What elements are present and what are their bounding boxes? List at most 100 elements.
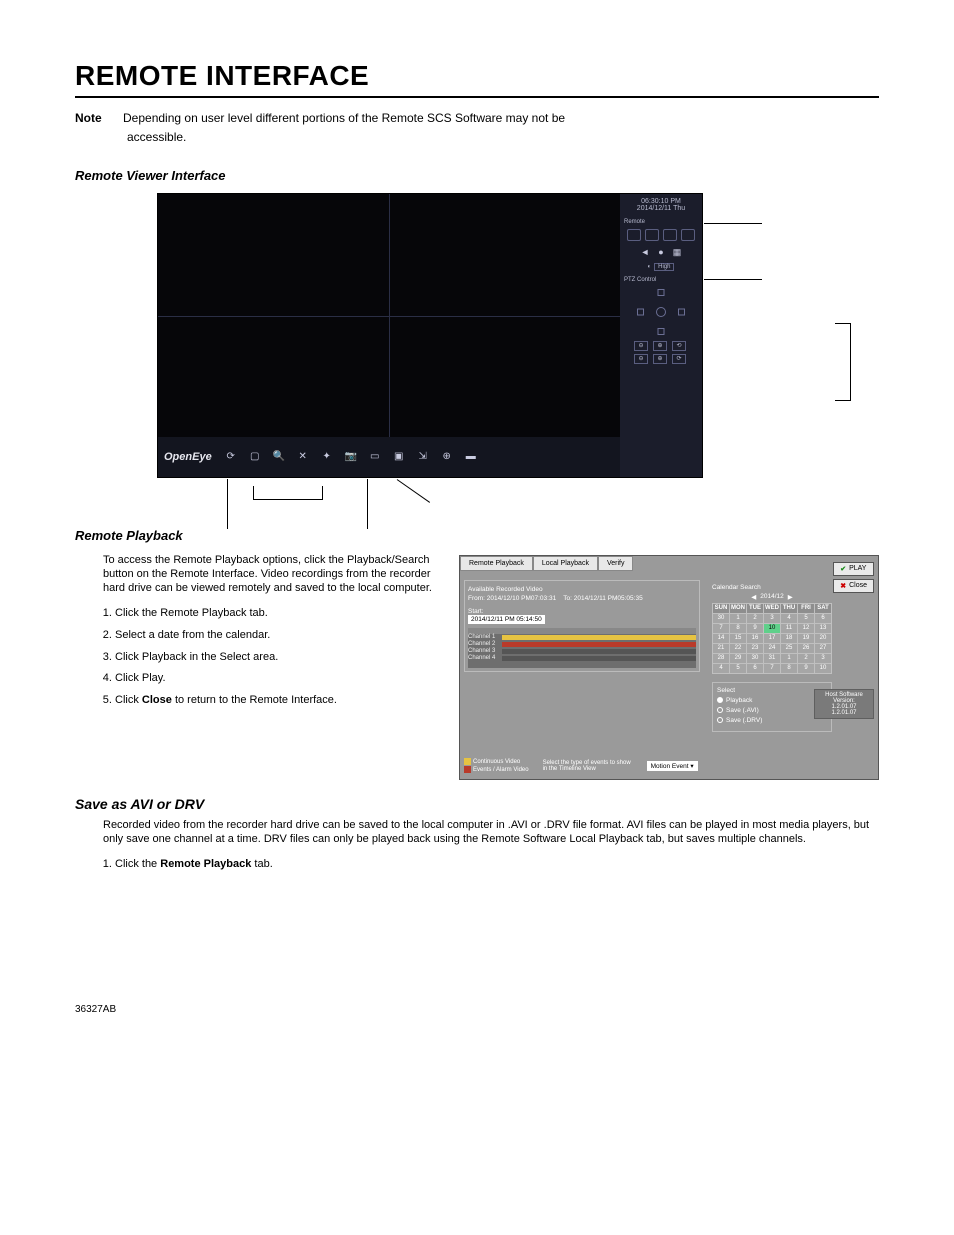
camera-view-buttons[interactable]	[624, 229, 698, 241]
monitor-icon[interactable]: ▢	[246, 449, 264, 465]
fullscreen-icon[interactable]: ▣	[390, 449, 408, 465]
cal-cell[interactable]: 10	[764, 623, 781, 633]
cal-cell[interactable]: 25	[781, 643, 798, 653]
ptz-down-icon[interactable]	[658, 328, 665, 335]
preset-btn[interactable]: ⊕	[653, 341, 667, 351]
cal-cell[interactable]: 11	[781, 623, 798, 633]
clock-time: 06:30:10 PM	[624, 198, 698, 206]
cal-cell[interactable]: 6	[815, 613, 832, 623]
preset-btn[interactable]: ⊕	[653, 354, 667, 364]
cal-cell[interactable]: 1	[730, 613, 747, 623]
cal-cell[interactable]: 17	[764, 633, 781, 643]
tab-remote-playback[interactable]: Remote Playback	[460, 556, 533, 571]
cal-cell[interactable]: 5	[798, 613, 815, 623]
ptz-left-icon[interactable]	[637, 308, 644, 315]
cal-cell[interactable]: 10	[815, 663, 832, 673]
calendar-nav: ◀ 2014/12 ▶	[712, 593, 832, 601]
right-panel: 06:30:10 PM 2014/12/11 Thu Remote ◄ ● ▦ …	[620, 194, 702, 477]
check-icon: ✔	[840, 565, 846, 573]
cal-cell[interactable]: 26	[798, 643, 815, 653]
ptz-right-icon[interactable]	[678, 308, 685, 315]
timeline[interactable]: Channel 1 Channel 2 Channel 3 Channel 4	[468, 628, 696, 668]
zoom-icon[interactable]: ⊕	[438, 449, 456, 465]
cal-cell[interactable]: 16	[747, 633, 764, 643]
remote-label: Remote	[624, 219, 698, 225]
cal-cell[interactable]: 2	[798, 653, 815, 663]
preset-btn[interactable]: ⊖	[634, 354, 648, 364]
cal-cell[interactable]: 5	[730, 663, 747, 673]
cal-cell[interactable]: 28	[713, 653, 730, 663]
radio-save-drv[interactable]: Save (.DRV)	[717, 717, 827, 724]
ptz-dpad[interactable]	[637, 289, 685, 335]
play-button[interactable]: ✔PLAY	[833, 562, 874, 576]
event-type-select[interactable]: Motion Event ▾	[647, 761, 698, 771]
cal-cell[interactable]: 30	[747, 653, 764, 663]
cal-cell[interactable]: 8	[730, 623, 747, 633]
view-4x4-icon[interactable]	[681, 229, 695, 241]
calendar[interactable]: SUNMONTUEWEDTHUFRISAT 301234567891011121…	[712, 603, 832, 674]
preset-btn[interactable]: ⟲	[672, 341, 686, 351]
cal-cell[interactable]: 8	[781, 663, 798, 673]
record-dot-icon[interactable]: ●	[656, 247, 666, 257]
radio-playback[interactable]: Playback	[717, 697, 827, 704]
cal-cell[interactable]: 22	[730, 643, 747, 653]
from-value: 2014/12/10 PM07:03:31	[487, 595, 556, 602]
tab-local-playback[interactable]: Local Playback	[533, 556, 598, 571]
preset-btn[interactable]: ⊖	[634, 341, 648, 351]
ptz-up-icon[interactable]	[658, 289, 665, 296]
channel-label: Channel 4	[468, 655, 502, 661]
playback-search-icon[interactable]: ⟳	[222, 449, 240, 465]
cal-cell[interactable]: 21	[713, 643, 730, 653]
cal-cell[interactable]: 30	[713, 613, 730, 623]
cal-prev-icon[interactable]: ◀	[751, 593, 756, 601]
export-icon[interactable]: ⇲	[414, 449, 432, 465]
playback-dialog-screenshot: Remote Playback Local Playback Verify ✔P…	[459, 555, 879, 780]
gauge-icon: ◐	[648, 264, 652, 270]
view-3x3-icon[interactable]	[663, 229, 677, 241]
cal-cell[interactable]: 20	[815, 633, 832, 643]
cal-cell[interactable]: 3	[815, 653, 832, 663]
cal-cell[interactable]: 29	[730, 653, 747, 663]
speed-select[interactable]: High	[654, 263, 674, 271]
save-heading: Save as AVI or DRV	[75, 796, 879, 812]
radio-save-avi[interactable]: Save (.AVI)	[717, 707, 827, 714]
rec-icon[interactable]: ▭	[366, 449, 384, 465]
close-button[interactable]: ✖Close	[833, 579, 874, 593]
cal-cell[interactable]: 27	[815, 643, 832, 653]
search-icon[interactable]: 🔍	[270, 449, 288, 465]
cal-cell[interactable]: 23	[747, 643, 764, 653]
cal-cell[interactable]: 12	[798, 623, 815, 633]
cal-cell[interactable]: 7	[713, 623, 730, 633]
cal-cell[interactable]: 14	[713, 633, 730, 643]
cal-cell[interactable]: 31	[764, 653, 781, 663]
cal-cell[interactable]: 7	[764, 663, 781, 673]
grid-icon[interactable]: ▦	[672, 247, 682, 257]
tab-verify[interactable]: Verify	[598, 556, 634, 571]
cal-cell[interactable]: 2	[747, 613, 764, 623]
cal-next-icon[interactable]: ▶	[788, 593, 793, 601]
cal-cell[interactable]: 15	[730, 633, 747, 643]
preset-btn[interactable]: ⟳	[672, 354, 686, 364]
cal-cell[interactable]: 24	[764, 643, 781, 653]
cal-cell[interactable]: 1	[781, 653, 798, 663]
view-1x1-icon[interactable]	[627, 229, 641, 241]
tag-icon[interactable]: ▬	[462, 449, 480, 465]
start-field[interactable]: 2014/12/11 PM 05:14:50	[468, 615, 545, 624]
tool-icon[interactable]: ✕	[294, 449, 312, 465]
cal-cell[interactable]: 9	[798, 663, 815, 673]
cal-cell[interactable]: 4	[713, 663, 730, 673]
clock-date: 2014/12/11 Thu	[624, 205, 698, 213]
cal-cell[interactable]: 19	[798, 633, 815, 643]
cal-cell[interactable]: 18	[781, 633, 798, 643]
cal-cell[interactable]: 13	[815, 623, 832, 633]
cal-cell[interactable]: 6	[747, 663, 764, 673]
speaker-icon[interactable]: ◄	[640, 247, 650, 257]
live-playback-row: ◄ ● ▦	[624, 247, 698, 257]
cal-cell[interactable]: 3	[764, 613, 781, 623]
ptz-center-icon[interactable]	[656, 307, 666, 317]
cal-cell[interactable]: 4	[781, 613, 798, 623]
view-2x2-icon[interactable]	[645, 229, 659, 241]
snapshot-icon[interactable]: 📷	[342, 449, 360, 465]
cal-cell[interactable]: 9	[747, 623, 764, 633]
person-icon[interactable]: ✦	[318, 449, 336, 465]
